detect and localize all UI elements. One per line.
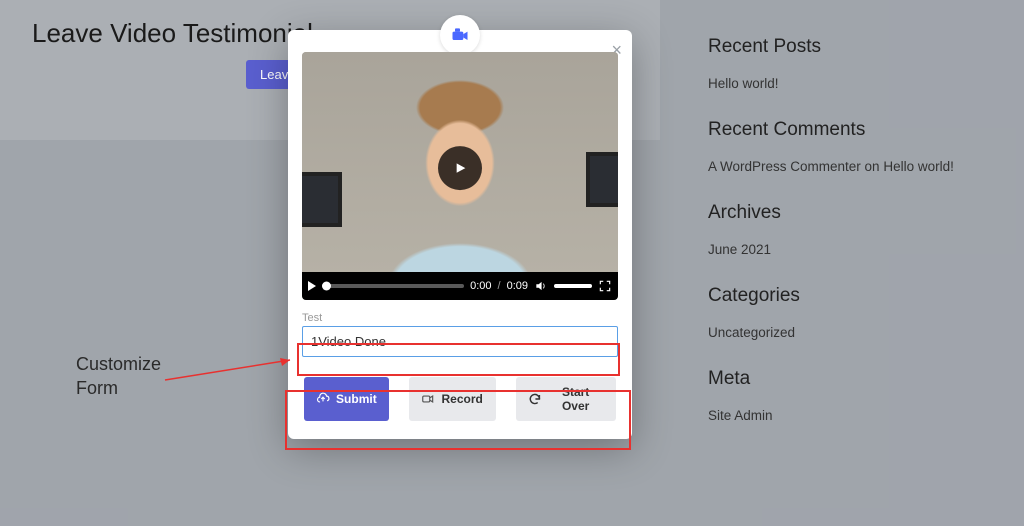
undo-icon	[528, 392, 542, 406]
annotation-label-line: Form	[76, 376, 161, 400]
sidebar: Recent Posts Hello world! Recent Comment…	[684, 0, 1024, 429]
meta-heading: Meta	[708, 368, 1000, 390]
video-controls: 0:00 / 0:09	[302, 272, 618, 300]
archives-item[interactable]: June 2021	[708, 242, 1000, 257]
record-button-label: Record	[441, 392, 482, 406]
archives-heading: Archives	[708, 202, 1000, 224]
progress-bar[interactable]	[322, 284, 464, 288]
form-area: Test Submit Record Start Over	[288, 300, 632, 439]
annotation-label-line: Customize	[76, 352, 161, 376]
submit-button-label: Submit	[336, 392, 377, 406]
categories-heading: Categories	[708, 285, 1000, 307]
recent-posts-item[interactable]: Hello world!	[708, 76, 1000, 91]
video-preview[interactable]: 0:00 / 0:09	[302, 52, 618, 300]
video-icon	[421, 392, 435, 406]
test-input[interactable]	[302, 326, 618, 357]
start-over-button[interactable]: Start Over	[516, 377, 616, 421]
cloud-upload-icon	[316, 392, 330, 406]
volume-icon[interactable]	[534, 279, 548, 293]
volume-bar[interactable]	[554, 284, 592, 288]
video-testimonial-modal: × 0:00 / 0:09 Test Subm	[288, 30, 632, 439]
button-row: Submit Record Start Over	[302, 377, 618, 425]
annotation-label: Customize Form	[76, 352, 161, 401]
play-icon[interactable]	[308, 281, 316, 291]
recent-comments-item[interactable]: A WordPress Commenter on Hello world!	[708, 159, 1000, 174]
video-bg-monitor	[302, 172, 342, 227]
categories-item[interactable]: Uncategorized	[708, 325, 1000, 340]
play-overlay-button[interactable]	[438, 146, 482, 190]
modal-header-icon-wrap	[440, 15, 480, 55]
submit-button[interactable]: Submit	[304, 377, 389, 421]
meta-item[interactable]: Site Admin	[708, 408, 1000, 423]
record-button[interactable]: Record	[409, 377, 496, 421]
camera-icon	[450, 25, 470, 45]
play-icon	[452, 160, 468, 176]
time-total: 0:09	[507, 280, 528, 292]
fullscreen-icon[interactable]	[598, 279, 612, 293]
video-bg-monitor	[586, 152, 618, 207]
page-title: Leave Video Testimonial	[32, 18, 313, 49]
time-sep: /	[498, 280, 501, 292]
start-over-button-label: Start Over	[547, 385, 604, 413]
recent-comments-heading: Recent Comments	[708, 119, 1000, 141]
form-field-label: Test	[302, 312, 618, 324]
recent-posts-heading: Recent Posts	[708, 36, 1000, 58]
time-current: 0:00	[470, 280, 491, 292]
